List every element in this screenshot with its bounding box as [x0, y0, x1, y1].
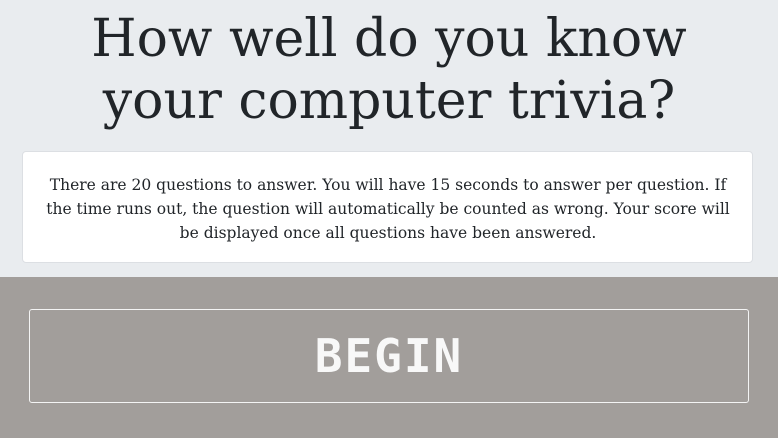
- hero-section: How well do you know your computer trivi…: [0, 0, 778, 277]
- start-section: BEGIN: [0, 277, 778, 438]
- instructions-card: There are 20 questions to answer. You wi…: [22, 151, 753, 263]
- title-line-1: How well do you know: [91, 9, 687, 69]
- begin-button[interactable]: BEGIN: [29, 309, 749, 403]
- page-title: How well do you know your computer trivi…: [0, 8, 778, 132]
- instructions-text: There are 20 questions to answer. You wi…: [46, 176, 730, 242]
- title-line-2: your computer trivia?: [102, 71, 676, 131]
